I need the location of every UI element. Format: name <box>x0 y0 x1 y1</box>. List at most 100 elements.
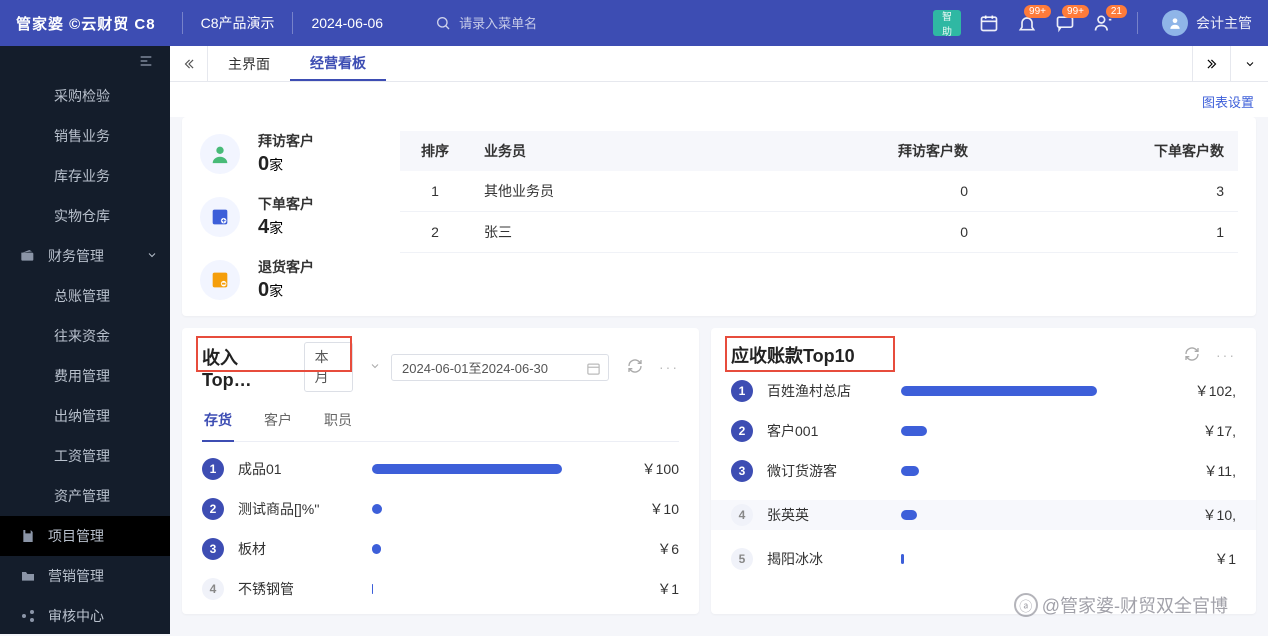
alert-icon[interactable]: 99+ <box>1017 13 1037 33</box>
sidebar-item-salary[interactable]: 工资管理 <box>0 436 170 476</box>
rank-name: 揭阳冰冰 <box>767 549 887 569</box>
rank-number: 1 <box>202 458 224 480</box>
divider <box>182 12 183 34</box>
list-item[interactable]: 1 成品01 ￥100 <box>202 458 679 480</box>
th-visit: 拜访客户数 <box>726 131 982 171</box>
table-row[interactable]: 2 张三 0 1 <box>400 212 1238 253</box>
sidebar-item-inventory[interactable]: 库存业务 <box>0 156 170 196</box>
refresh-icon[interactable] <box>627 358 643 377</box>
stat-unit: 家 <box>269 283 283 299</box>
header-date: 2024-06-06 <box>299 15 395 31</box>
assistant-icon[interactable]: 智助 <box>933 10 961 36</box>
stat-unit: 家 <box>269 220 283 236</box>
income-rank-list: 1 成品01 ￥100 2 测试商品[]%'' ￥10 3 <box>202 458 679 600</box>
sub-tab-staff[interactable]: 职员 <box>322 404 354 441</box>
sub-tab-stock[interactable]: 存货 <box>202 404 234 442</box>
td-order: 1 <box>982 212 1238 253</box>
sidebar-item-asset[interactable]: 资产管理 <box>0 476 170 516</box>
rank-number: 4 <box>731 504 753 526</box>
panel-title: 收入Top… <box>202 344 286 391</box>
menu-search-input[interactable] <box>459 16 609 31</box>
table-row[interactable]: 1 其他业务员 0 3 <box>400 171 1238 212</box>
sub-tab-customer[interactable]: 客户 <box>262 404 294 441</box>
list-item[interactable]: 5 揭阳冰冰 ￥1 <box>731 548 1236 570</box>
sidebar-item-purchase-inspect[interactable]: 采购检验 <box>0 76 170 116</box>
calendar-icon <box>586 361 601 376</box>
sidebar-item-warehouse[interactable]: 实物仓库 <box>0 196 170 236</box>
header-icons: 智助 99+ 99+ 21 会计主管 <box>933 10 1252 36</box>
chevron-down-icon[interactable] <box>369 359 381 375</box>
wallet-icon <box>20 248 36 264</box>
sidebar-item-project[interactable]: 项目管理 <box>0 516 170 556</box>
sidebar-item-expense[interactable]: 费用管理 <box>0 356 170 396</box>
tab-prev[interactable] <box>170 46 208 81</box>
sidebar-item-audit[interactable]: 审核中心 <box>0 596 170 636</box>
sidebar-item-marketing[interactable]: 营销管理 <box>0 556 170 596</box>
stat-value: 0 <box>258 153 269 175</box>
stat-label: 下单客户 <box>258 194 314 214</box>
alert-badge: 99+ <box>1024 5 1051 18</box>
list-item[interactable]: 2 客户001 ￥17, <box>731 420 1236 442</box>
sidebar-item-label: 项目管理 <box>48 526 104 546</box>
rank-number: 5 <box>731 548 753 570</box>
list-item[interactable]: 1 百姓渔村总店 ￥102, <box>731 380 1236 402</box>
th-order: 下单客户数 <box>982 131 1238 171</box>
more-icon[interactable]: ··· <box>659 359 679 375</box>
rank-value: ￥10, <box>1166 505 1236 525</box>
td-name: 张三 <box>470 212 726 253</box>
rank-name: 客户001 <box>767 421 887 441</box>
rank-value: ￥1 <box>609 579 679 599</box>
list-item[interactable]: 4 张英英 ￥10, <box>711 500 1256 530</box>
sidebar-item-funds[interactable]: 往来资金 <box>0 316 170 356</box>
tab-dashboard[interactable]: 经营看板 <box>290 46 386 81</box>
td-idx: 1 <box>400 171 470 212</box>
sidebar-item-ledger[interactable]: 总账管理 <box>0 276 170 316</box>
rank-bar <box>372 504 382 514</box>
chart-settings-link[interactable]: 图表设置 <box>170 82 1268 117</box>
sidebar-group-finance[interactable]: 财务管理 <box>0 236 170 276</box>
more-icon[interactable]: ··· <box>1216 347 1236 363</box>
stat-label: 拜访客户 <box>258 131 314 151</box>
user-alert-icon[interactable]: 21 <box>1093 13 1113 33</box>
rank-value: ￥100 <box>609 459 679 479</box>
period-button[interactable]: 本月 <box>304 342 353 392</box>
search-wrap <box>435 15 609 31</box>
sidebar-collapse[interactable] <box>0 46 170 76</box>
list-item[interactable]: 3 微订货游客 ￥11, <box>731 460 1236 482</box>
logo: 管家婆 ©云财贸 C8 <box>16 13 156 34</box>
rank-bar <box>372 544 381 554</box>
message-icon[interactable]: 99+ <box>1055 13 1075 33</box>
return-icon <box>200 260 240 300</box>
td-name: 其他业务员 <box>470 171 726 212</box>
rank-number: 4 <box>202 578 224 600</box>
product-name: C8产品演示 <box>189 13 287 33</box>
sidebar-group-label: 财务管理 <box>48 246 104 266</box>
sidebar-item-cash[interactable]: 出纳管理 <box>0 396 170 436</box>
sidebar-item-sales[interactable]: 销售业务 <box>0 116 170 156</box>
main-content: 主界面 经营看板 图表设置 拜访客户 0家 <box>170 46 1268 634</box>
stat-label: 退货客户 <box>258 257 314 277</box>
rank-value: ￥11, <box>1166 461 1236 481</box>
sidebar-item-label: 营销管理 <box>48 566 104 586</box>
rank-value: ￥6 <box>609 539 679 559</box>
stat-order: 下单客户 4家 <box>200 194 380 239</box>
list-item[interactable]: 2 测试商品[]%'' ￥10 <box>202 498 679 520</box>
message-badge: 99+ <box>1062 5 1089 18</box>
list-item[interactable]: 4 不锈钢管 ￥1 <box>202 578 679 600</box>
list-item[interactable]: 3 板材 ￥6 <box>202 538 679 560</box>
user-menu[interactable]: 会计主管 <box>1162 10 1252 36</box>
income-top-panel: 收入Top… 本月 ··· 存货 客户 职员 <box>182 328 699 614</box>
stat-value: 0 <box>258 279 269 301</box>
tab-main[interactable]: 主界面 <box>208 46 290 81</box>
sidebar: 采购检验 销售业务 库存业务 实物仓库 财务管理 总账管理 往来资金 费用管理 … <box>0 46 170 634</box>
date-range-input[interactable] <box>391 354 609 381</box>
search-icon <box>435 15 451 31</box>
rank-bar <box>901 510 917 520</box>
rank-name: 成品01 <box>238 459 358 479</box>
username: 会计主管 <box>1196 13 1252 33</box>
calendar-icon[interactable] <box>979 13 999 33</box>
tab-next[interactable] <box>1192 46 1230 81</box>
refresh-icon[interactable] <box>1184 346 1200 365</box>
tab-dropdown[interactable] <box>1230 46 1268 81</box>
app-header: 管家婆 ©云财贸 C8 C8产品演示 2024-06-06 智助 99+ 99+… <box>0 0 1268 46</box>
